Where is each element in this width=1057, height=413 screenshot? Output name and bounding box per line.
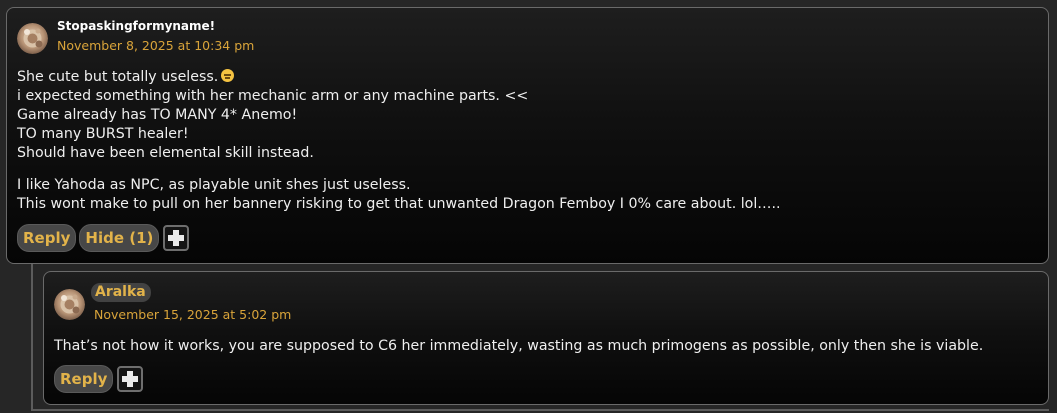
comment-actions: Reply Hide (1) xyxy=(17,224,190,252)
comment-line: i expected something with her mechanic a… xyxy=(17,88,529,104)
comment-line: That’s not how it works, you are suppose… xyxy=(54,338,984,354)
comment: Stopaskingformyname! November 8, 2025 at… xyxy=(6,7,1049,264)
thread-connector xyxy=(31,264,33,411)
comment-author: Stopaskingformyname! xyxy=(57,19,216,33)
comment-author[interactable]: Aralka xyxy=(91,283,151,302)
expressionless-face-emoji-icon xyxy=(221,69,235,82)
comment-date[interactable]: November 15, 2025 at 5:02 pm xyxy=(94,307,291,322)
comment-paragraph: I like Yahoda as NPC, as playable unit s… xyxy=(17,176,781,214)
thread-connector-bottom xyxy=(31,409,1049,411)
comment-line: I like Yahoda as NPC, as playable unit s… xyxy=(17,177,411,193)
avatar-icon[interactable] xyxy=(17,23,48,54)
comment-body: That’s not how it works, you are suppose… xyxy=(54,337,983,369)
comment-paragraph: That’s not how it works, you are suppose… xyxy=(54,337,983,356)
comment-body: She cute but totally useless. i expected… xyxy=(17,68,781,227)
comment-line: Should have been elemental skill instead… xyxy=(17,145,314,161)
comment-line: TO many BURST healer! xyxy=(17,126,189,142)
comment-paragraph: She cute but totally useless. i expected… xyxy=(17,68,781,163)
plus-icon[interactable] xyxy=(117,366,144,392)
reply-comment: Aralka November 15, 2025 at 5:02 pm That… xyxy=(43,271,1049,405)
comment-line: This wont make to pull on her bannery ri… xyxy=(17,196,781,212)
reply-button[interactable]: Reply xyxy=(17,224,77,252)
plus-icon[interactable] xyxy=(163,225,190,251)
comment-line: Game already has TO MANY 4* Anemo! xyxy=(17,107,298,123)
comment-date[interactable]: November 8, 2025 at 10:34 pm xyxy=(57,38,254,53)
hide-replies-button[interactable]: Hide (1) xyxy=(79,224,160,252)
reply-button[interactable]: Reply xyxy=(54,365,114,393)
comment-line: She cute but totally useless. xyxy=(17,68,781,87)
comment-actions: Reply xyxy=(54,365,144,393)
avatar-icon[interactable] xyxy=(54,289,85,320)
